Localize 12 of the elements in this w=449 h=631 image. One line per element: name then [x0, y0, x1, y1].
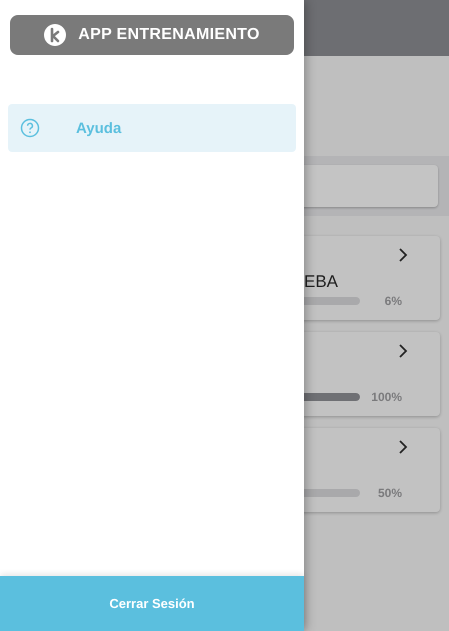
progress-percent: 50%: [376, 486, 402, 500]
course-title: EBA: [304, 272, 340, 292]
chevron-right-icon: [398, 440, 408, 454]
menu-item[interactable]: Ayuda: [8, 104, 296, 152]
chevron-right-icon: [398, 248, 408, 262]
app-title: APP ENTRENAMIENTO: [78, 26, 260, 44]
help-icon: [20, 118, 40, 138]
logo-icon: [44, 24, 66, 46]
progress-percent: 100%: [370, 390, 402, 404]
progress-percent: 6%: [384, 294, 402, 308]
logout-button[interactable]: Cerrar Sesión: [0, 576, 304, 631]
chevron-right-icon: [398, 344, 408, 358]
